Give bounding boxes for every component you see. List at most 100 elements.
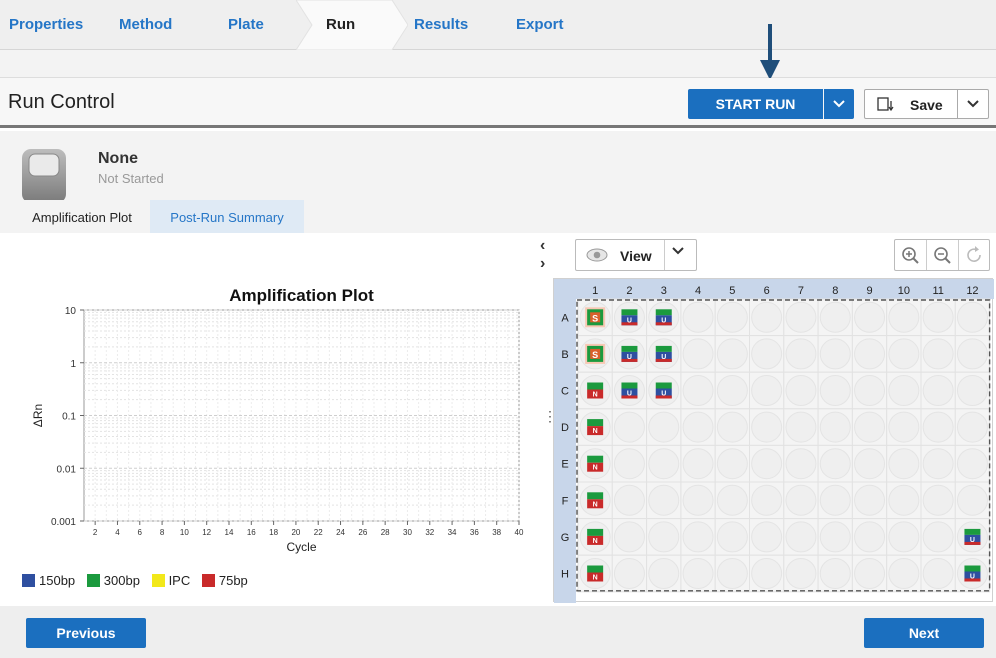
toolbar-spacer <box>0 50 996 78</box>
ntc-letter: N <box>593 428 598 435</box>
unknown-icon-top <box>655 382 672 389</box>
tab-post-run-summary[interactable]: Post-Run Summary <box>150 200 304 233</box>
unknown-icon-top <box>621 382 638 389</box>
well-E1: N <box>587 455 604 472</box>
chevron-down-icon[interactable] <box>672 247 684 255</box>
tab-export[interactable]: Export <box>516 16 564 33</box>
zoom-in-button[interactable] <box>895 240 927 270</box>
save-button[interactable]: Save <box>864 89 958 119</box>
well <box>854 411 886 443</box>
well <box>922 301 954 333</box>
chevron-down-icon <box>967 100 979 108</box>
tab-plate[interactable]: Plate <box>228 16 264 33</box>
plate-layout: 1 2 3 4 5 6 7 8 9 10 11 12 A B C D E F G H S U U S U U N U U N N N N U N U <box>553 278 994 603</box>
unknown-letter: U <box>627 317 632 324</box>
page-title: Run Control <box>8 91 115 113</box>
well <box>819 411 851 443</box>
well <box>682 448 714 480</box>
tab-method[interactable]: Method <box>119 16 172 33</box>
well <box>888 448 920 480</box>
well-A3: U <box>655 309 672 326</box>
save-dropdown[interactable] <box>957 89 989 119</box>
row-header: D <box>561 422 569 434</box>
view-menu[interactable]: View <box>575 239 697 271</box>
unknown-letter: U <box>970 537 975 544</box>
x-tick-label: 16 <box>247 528 256 537</box>
well-B2: U <box>621 345 638 362</box>
run-name: None <box>98 150 138 167</box>
well-C1: N <box>587 382 604 399</box>
well <box>854 521 886 553</box>
tab-amplification-plot[interactable]: Amplification Plot <box>18 200 146 233</box>
amplification-chart: Amplification Plot1010.10.010.0012 4 6 8 10 1… <box>31 286 524 554</box>
legend-swatch <box>201 574 215 587</box>
start-run-button[interactable]: START RUN <box>688 89 823 119</box>
row-header-strip <box>554 279 576 603</box>
x-tick-label: 4 <box>115 528 120 537</box>
annotation-arrow-icon <box>760 24 780 80</box>
well-C2: U <box>621 382 638 399</box>
legend-item: 75bp <box>201 573 248 588</box>
well <box>785 411 817 443</box>
well <box>888 301 920 333</box>
ntc-icon-top <box>587 528 604 536</box>
unknown-letter: U <box>627 354 632 361</box>
ntc-icon-top <box>587 455 604 463</box>
reset-zoom-button[interactable] <box>959 240 991 270</box>
row-header: B <box>561 349 568 361</box>
well <box>785 301 817 333</box>
unknown-letter: U <box>661 317 666 324</box>
tab-run[interactable]: Run <box>296 0 408 50</box>
x-tick-label: 12 <box>202 528 211 537</box>
unknown-icon-top <box>621 309 638 316</box>
next-button[interactable]: Next <box>864 618 984 648</box>
well <box>888 411 920 443</box>
legend-label: IPC <box>168 573 191 588</box>
legend-swatch <box>151 574 165 587</box>
well <box>648 448 680 480</box>
chevron-down-icon <box>833 100 845 108</box>
well <box>854 558 886 589</box>
well-A2: U <box>621 309 638 326</box>
well <box>716 338 748 370</box>
well <box>716 375 748 406</box>
legend-label: 300bp <box>103 573 140 588</box>
row-header: F <box>562 495 569 507</box>
unknown-letter: U <box>970 574 975 581</box>
well <box>922 521 954 553</box>
row-header: H <box>561 569 569 581</box>
unknown-letter: U <box>627 391 632 398</box>
well-B3: U <box>655 345 672 362</box>
tab-results[interactable]: Results <box>414 16 468 33</box>
tab-properties[interactable]: Properties <box>9 16 83 33</box>
chevron-right-icon[interactable]: › <box>540 255 545 273</box>
ntc-icon-top <box>587 382 604 390</box>
well <box>854 448 886 480</box>
save-icon <box>877 97 894 112</box>
amplification-plot-pane: Amplification Plot 10 1 0.1 0.01 0.001 2 4 6 8 10 1… <box>0 233 536 605</box>
unknown-icon-top <box>621 345 638 352</box>
x-tick-label: 36 <box>470 528 479 537</box>
legend-item: 300bp <box>86 573 140 588</box>
pane-collapse-control[interactable]: ‹ › <box>540 237 545 273</box>
legend-swatch <box>22 574 35 587</box>
run-status-text: Not Started <box>98 171 164 186</box>
well <box>888 338 920 370</box>
well <box>716 448 748 480</box>
unknown-icon-top <box>964 565 981 572</box>
x-tick-label: 26 <box>358 528 367 537</box>
previous-button[interactable]: Previous <box>26 618 146 648</box>
well <box>819 375 851 406</box>
zoom-out-button[interactable] <box>927 240 959 270</box>
tab-run-label: Run <box>326 16 356 33</box>
well <box>922 375 954 406</box>
zoom-out-icon <box>934 247 951 264</box>
well <box>819 448 851 480</box>
legend-label: 150bp <box>39 573 76 588</box>
ntc-letter: N <box>593 538 598 545</box>
well <box>854 375 886 406</box>
ntc-letter: N <box>593 392 598 399</box>
chevron-left-icon[interactable]: ‹ <box>540 237 545 255</box>
column-header: 9 <box>866 285 872 297</box>
start-run-dropdown[interactable] <box>824 89 854 119</box>
